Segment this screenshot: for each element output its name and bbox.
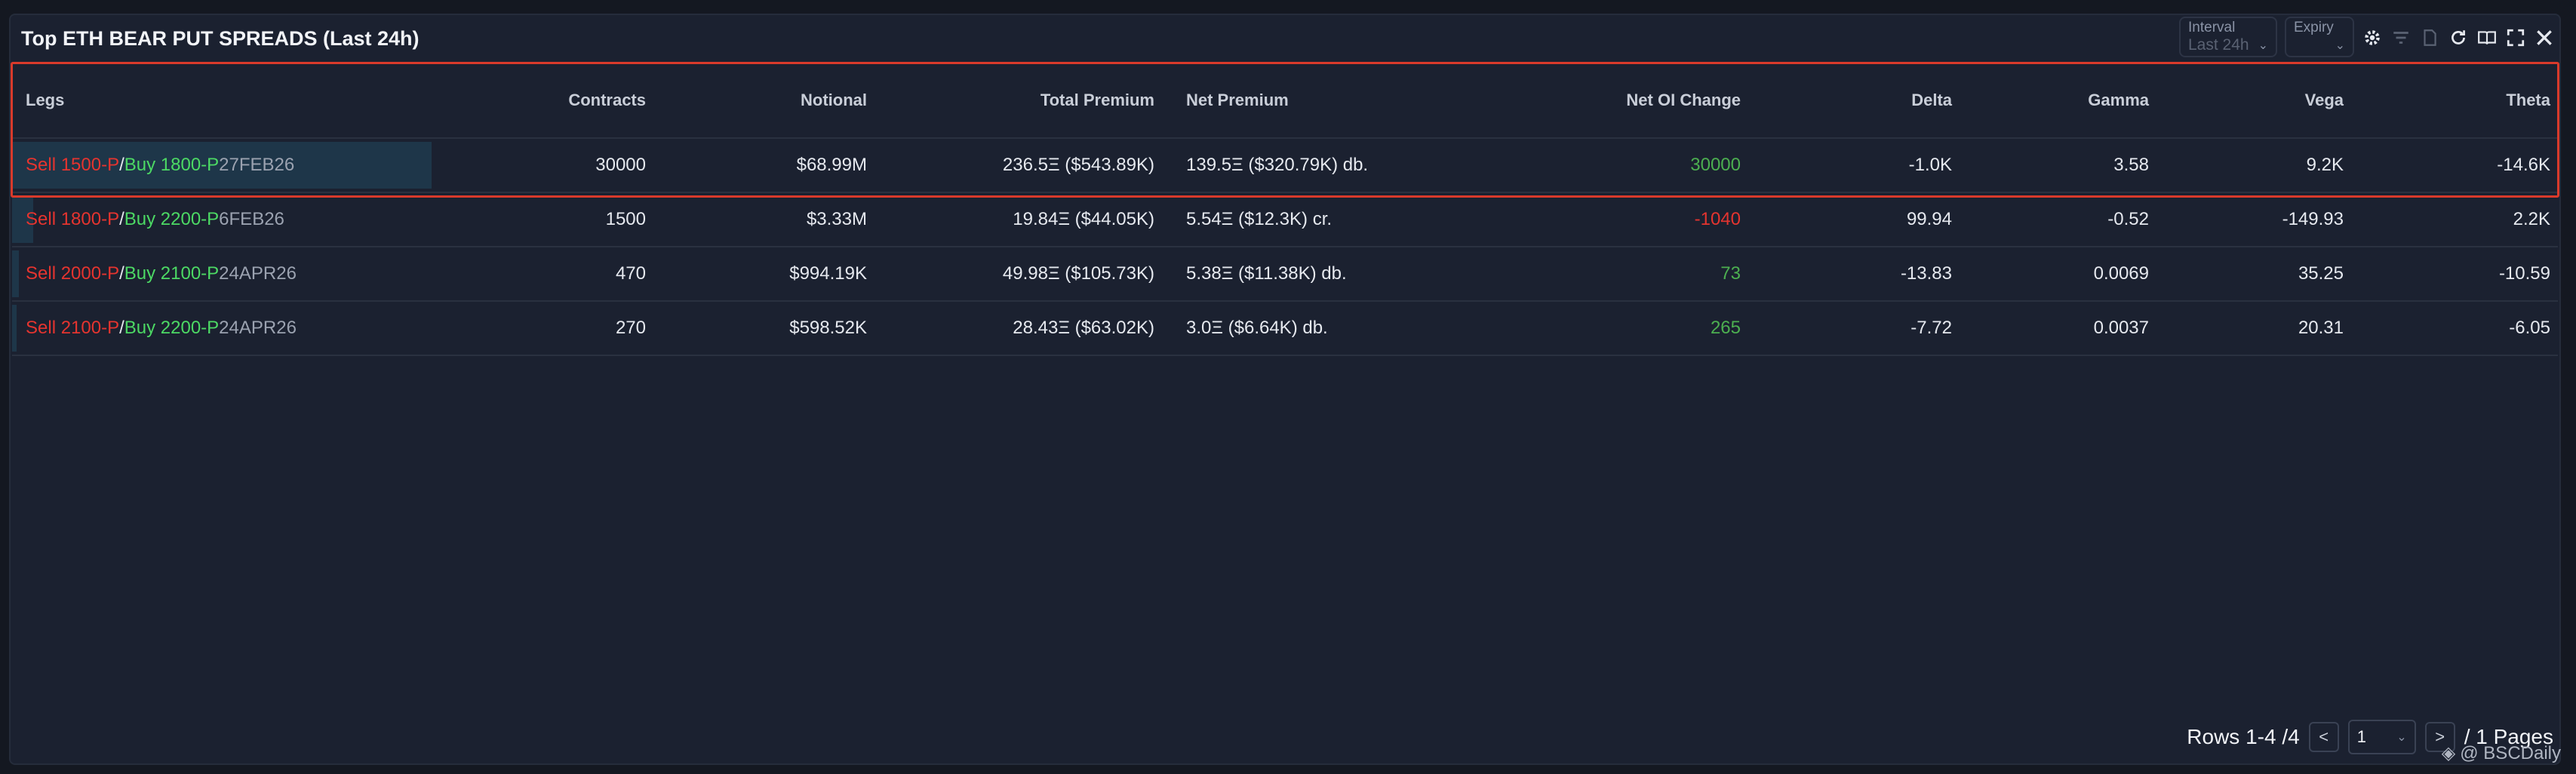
share-bar <box>12 250 19 297</box>
theta-cell: -6.05 <box>2509 318 2550 338</box>
interval-value: Last 24h <box>2188 36 2249 54</box>
logo-icon: ◈ <box>2441 743 2456 763</box>
col-net-oi-change[interactable]: Net OI Change <box>1626 63 1741 137</box>
buy-leg: Buy 2200-P <box>124 209 220 229</box>
chevron-down-icon: ⌄ <box>2396 731 2407 744</box>
close-icon[interactable] <box>2534 27 2555 48</box>
sell-leg: Sell 2000-P <box>26 263 120 284</box>
legs-cell: Sell 1500-P / Buy 1800-P 27FEB26 <box>26 139 294 192</box>
col-contracts[interactable]: Contracts <box>568 63 646 137</box>
col-notional[interactable]: Notional <box>801 63 867 137</box>
expiry-date: 6FEB26 <box>219 209 284 229</box>
legs-cell: Sell 2000-P / Buy 2100-P 24APR26 <box>26 247 297 300</box>
net-oi-cell: 30000 <box>1690 155 1741 175</box>
toolbar: Interval Last 24h ⌄ Expiry ⌄ <box>2179 17 2555 57</box>
col-total-premium[interactable]: Total Premium <box>1041 63 1154 137</box>
page-select[interactable]: 1 ⌄ <box>2347 720 2416 754</box>
net-oi-cell: -1040 <box>1694 209 1741 229</box>
chevron-down-icon: ⌄ <box>2258 39 2268 52</box>
interval-label: Interval <box>2188 20 2236 35</box>
page-value: 1 <box>2356 727 2366 746</box>
notional-cell: $68.99M <box>796 155 867 175</box>
gamma-cell: 0.0069 <box>2093 263 2149 284</box>
table-row[interactable]: Sell 2100-P / Buy 2200-P 24APR26 270 $59… <box>12 302 2558 356</box>
expiry-date: 24APR26 <box>219 318 297 338</box>
leg-separator: / <box>119 155 124 175</box>
col-theta[interactable]: Theta <box>2506 63 2550 137</box>
total-premium-cell: 28.43Ξ ($63.02K) <box>1013 318 1154 338</box>
prev-page-button[interactable]: < <box>2308 722 2339 752</box>
share-bar <box>12 305 17 352</box>
table-header: Legs Contracts Notional Total Premium Ne… <box>12 63 2558 139</box>
notional-cell: $994.19K <box>789 263 867 284</box>
buy-leg: Buy 1800-P <box>124 155 220 175</box>
watermark: ◈ @ BSCDaily <box>2442 742 2561 764</box>
table-row[interactable]: Sell 1800-P / Buy 2200-P 6FEB26 1500 $3.… <box>12 193 2558 247</box>
total-premium-cell: 19.84Ξ ($44.05K) <box>1013 209 1154 229</box>
col-vega[interactable]: Vega <box>2305 63 2344 137</box>
spreads-table: Legs Contracts Notional Total Premium Ne… <box>12 63 2558 356</box>
sell-leg: Sell 2100-P <box>26 318 120 338</box>
expiry-date: 24APR26 <box>219 263 297 284</box>
total-premium-cell: 49.98Ξ ($105.73K) <box>1002 263 1154 284</box>
expiry-label: Expiry <box>2294 20 2334 35</box>
sell-leg: Sell 1500-P <box>26 155 120 175</box>
expiry-date: 27FEB26 <box>219 155 295 175</box>
col-gamma[interactable]: Gamma <box>2088 63 2149 137</box>
delta-cell: 99.94 <box>1906 209 1952 229</box>
book-icon[interactable] <box>2476 27 2498 48</box>
contracts-cell: 270 <box>615 318 646 338</box>
delta-cell: -13.83 <box>1900 263 1952 284</box>
watermark-text: @ BSCDaily <box>2460 742 2561 763</box>
col-delta[interactable]: Delta <box>1911 63 1952 137</box>
gamma-cell: 0.0037 <box>2093 318 2149 338</box>
legs-cell: Sell 1800-P / Buy 2200-P 6FEB26 <box>26 193 284 246</box>
table-row[interactable]: Sell 1500-P / Buy 1800-P 27FEB26 30000 $… <box>12 139 2558 193</box>
gear-icon[interactable] <box>2362 27 2383 48</box>
delta-cell: -1.0K <box>1908 155 1952 175</box>
refresh-icon[interactable] <box>2448 27 2469 48</box>
net-oi-cell: 73 <box>1720 263 1741 284</box>
vega-cell: 9.2K <box>2306 155 2344 175</box>
theta-cell: 2.2K <box>2513 209 2550 229</box>
net-oi-cell: 265 <box>1710 318 1741 338</box>
col-legs[interactable]: Legs <box>26 63 64 137</box>
gamma-cell: 3.58 <box>2113 155 2149 175</box>
chevron-down-icon: ⌄ <box>2335 39 2345 52</box>
leg-separator: / <box>119 263 124 284</box>
net-premium-cell: 5.54Ξ ($12.3K) cr. <box>1186 209 1333 229</box>
rows-count: Rows 1-4 /4 <box>2187 725 2300 748</box>
expiry-select[interactable]: Expiry ⌄ <box>2285 17 2354 57</box>
panel-title: Top ETH BEAR PUT SPREADS (Last 24h) <box>21 27 420 50</box>
leg-separator: / <box>119 318 124 338</box>
contracts-cell: 470 <box>615 263 646 284</box>
sell-leg: Sell 1800-P <box>26 209 120 229</box>
interval-select[interactable]: Interval Last 24h ⌄ <box>2179 17 2277 57</box>
theta-cell: -10.59 <box>2498 263 2550 284</box>
net-premium-cell: 5.38Ξ ($11.38K) db. <box>1186 263 1347 284</box>
filter-icon[interactable] <box>2390 27 2412 48</box>
vega-cell: -149.93 <box>2282 209 2344 229</box>
table-row[interactable]: Sell 2000-P / Buy 2100-P 24APR26 470 $99… <box>12 247 2558 302</box>
contracts-cell: 30000 <box>595 155 646 175</box>
delta-cell: -7.72 <box>1910 318 1952 338</box>
notional-cell: $3.33M <box>806 209 867 229</box>
net-premium-cell: 139.5Ξ ($320.79K) db. <box>1186 155 1369 175</box>
leg-separator: / <box>119 209 124 229</box>
fullscreen-icon[interactable] <box>2505 27 2526 48</box>
legs-cell: Sell 2100-P / Buy 2200-P 24APR26 <box>26 302 297 355</box>
vega-cell: 35.25 <box>2298 263 2344 284</box>
total-premium-cell: 236.5Ξ ($543.89K) <box>1002 155 1154 175</box>
notional-cell: $598.52K <box>789 318 867 338</box>
export-icon[interactable] <box>2419 27 2440 48</box>
vega-cell: 20.31 <box>2298 318 2344 338</box>
buy-leg: Buy 2200-P <box>124 318 220 338</box>
buy-leg: Buy 2100-P <box>124 263 220 284</box>
gamma-cell: -0.52 <box>2107 209 2149 229</box>
col-net-premium[interactable]: Net Premium <box>1186 63 1289 137</box>
contracts-cell: 1500 <box>605 209 646 229</box>
theta-cell: -14.6K <box>2497 155 2550 175</box>
net-premium-cell: 3.0Ξ ($6.64K) db. <box>1186 318 1328 338</box>
